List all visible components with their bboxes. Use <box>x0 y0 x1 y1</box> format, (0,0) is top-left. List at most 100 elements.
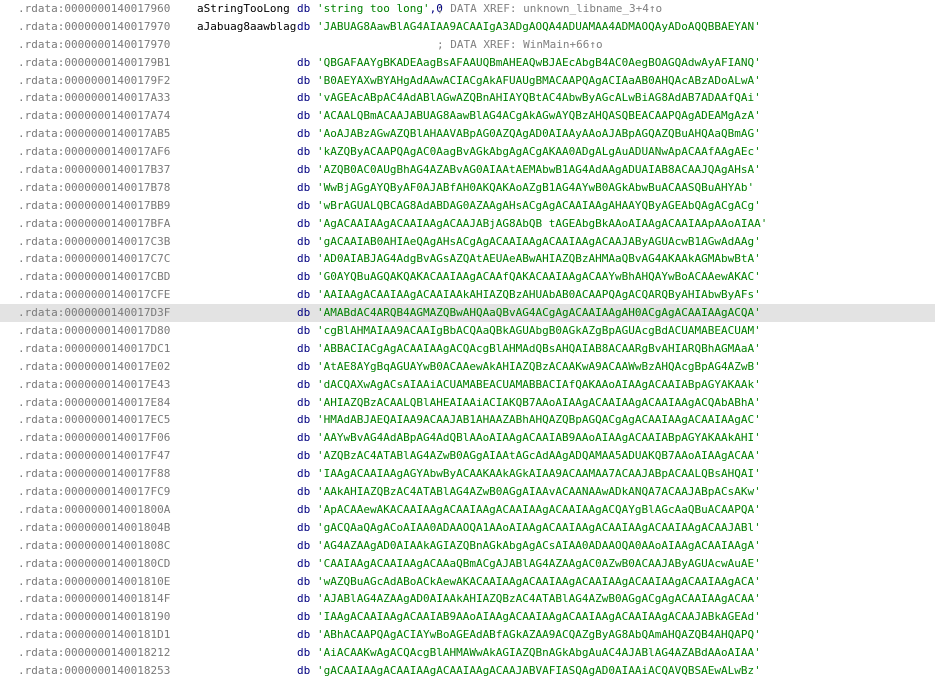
listing-line[interactable]: .rdata:0000000140017CBD db 'G0AYQBuAGQAKQA… <box>0 268 935 286</box>
string-operand: 'kAZQByACAAPQAgAC0AagBvAGkAbgAgACgAKAA0A… <box>317 145 761 159</box>
string-operand: 'CAAIAAgACAAIAAgACAAaQBmACgAJABlAG4AZAAg… <box>317 556 761 570</box>
listing-line[interactable]: .rdata:0000000140017BFA db 'AgACAAIAAgACAA… <box>0 215 935 233</box>
data-directive: db <box>297 91 311 105</box>
listing-line[interactable]: .rdata:000000014001810E db 'wAZQBuAGcAdABo… <box>0 573 935 591</box>
string-operand: 'AAkAHIAZQBzAC4ATABlAG4AZwB0AGgAIAAvACAA… <box>317 485 761 499</box>
line-address: .rdata:0000000140017E43 <box>18 377 171 391</box>
line-address: .rdata:000000014001808C <box>18 538 171 552</box>
data-directive: db <box>297 502 311 516</box>
string-operand: 'JABUAG8AawBlAG4AIAA9ACAAIgA3ADgAOQA4ADU… <box>317 19 761 33</box>
line-address: .rdata:00000001400180CD <box>18 556 171 570</box>
string-operand: 'WwBjAGgAYQByAF0AJABfAH0AKQAKAoAZgB1AG4A… <box>317 180 755 194</box>
listing-line[interactable]: .rdata:0000000140017F88 db 'IAAgACAAIAAgAG… <box>0 465 935 483</box>
line-address: .rdata:0000000140017F06 <box>18 431 171 445</box>
listing-line[interactable]: .rdata:0000000140017F06 db 'AAYwBvAG4AdABp… <box>0 429 935 447</box>
data-directive: db <box>297 449 311 463</box>
listing-line[interactable]: .rdata:00000001400181D1 db 'ABhACAAPQAgACI… <box>0 626 935 644</box>
listing-line[interactable]: .rdata:0000000140017A74 db 'ACAALQBmACAAJA… <box>0 107 935 125</box>
string-operand: 'QBGAFAAYgBKADEAagBsAFAAUQBmAHEAQwBJAEcA… <box>317 55 761 69</box>
label-name[interactable]: aStringTooLong <box>197 0 290 18</box>
listing-line[interactable]: .rdata:0000000140017E84 db 'AHIAZQBzACAALQ… <box>0 394 935 412</box>
line-address: .rdata:0000000140017CFE <box>18 288 171 302</box>
string-literal: 'string too long' <box>317 2 430 15</box>
data-directive: db <box>297 395 311 409</box>
data-directive: db <box>297 431 311 445</box>
string-operand: 'dACQAXwAgACsAIAAiACUAMABEACUAMABBACIAfQ… <box>317 377 761 391</box>
string-operand: 'AMABdAC4ARQB4AGMAZQBwAHQAaQBvAG4ACgAgAC… <box>317 306 761 320</box>
listing-line[interactable]: .rdata:0000000140018253 db 'gACAAIAAgACAAI… <box>0 662 935 680</box>
listing-line[interactable]: .rdata:0000000140017B37 db 'AZQB0AC0AUgBhA… <box>0 161 935 179</box>
data-directive: db <box>297 180 311 194</box>
listing-line[interactable]: .rdata:0000000140017B78 db 'WwBjAGgAYQByAF… <box>0 179 935 197</box>
data-directive: db <box>297 306 311 320</box>
line-address: .rdata:0000000140017970 <box>18 37 171 51</box>
string-operand: 'ABBACIACgAgACAAIAAgACQAcgBlAHMAdQBsAHQA… <box>317 341 761 355</box>
listing-line[interactable]: .rdata:0000000140017E43 db 'dACQAXwAgACsAI… <box>0 376 935 394</box>
line-address: .rdata:0000000140017B37 <box>18 163 171 177</box>
line-address: .rdata:0000000140017B78 <box>18 180 171 194</box>
line-address: .rdata:000000014001814F <box>18 592 171 606</box>
string-operand: 'gACQAaQAgACoAIAA0ADAAOQA1AAoAIAAgACAAIA… <box>317 520 761 534</box>
string-operand: 'wAZQBuAGcAdABoACkAewAKACAAIAAgACAAIAAgA… <box>317 574 761 588</box>
listing-line[interactable]: .rdata:0000000140017FC9 db 'AAkAHIAZQBzAC4… <box>0 483 935 501</box>
listing-line[interactable]: .rdata:00000001400180CD db 'CAAIAAgACAAIAA… <box>0 555 935 573</box>
string-operand: 'AAIAAgACAAIAAgACAAIAAkAHIAZQBzAHUAbAB0A… <box>317 288 761 302</box>
listing-line[interactable]: .rdata:0000000140018190 db 'IAAgACAAIAAgAC… <box>0 608 935 626</box>
listing-line[interactable]: .rdata:0000000140017E02 db 'AtAE8AYgBqAGUA… <box>0 358 935 376</box>
listing-line[interactable]: .rdata:0000000140017A33 db 'vAGEAcABpAC4Ad… <box>0 89 935 107</box>
data-directive: db <box>297 2 311 15</box>
listing-line[interactable]: .rdata:0000000140017BB9 db 'wBrAGUALQBCAG8… <box>0 197 935 215</box>
string-operand: 'gACAAIAAgACAAIAAgACAAIAAgACAAJABVAFIASQ… <box>317 663 761 677</box>
line-address: .rdata:0000000140017D80 <box>18 324 171 338</box>
string-operand: 'AtAE8AYgBqAGUAYwB0ACAAewAkAHIAZQBzACAAK… <box>317 359 761 373</box>
listing-line[interactable]: .rdata:0000000140017D80 db 'cgBlAHMAIAA9AC… <box>0 322 935 340</box>
listing-line[interactable]: .rdata:0000000140017C7C db 'AD0AIABJAG4Adg… <box>0 250 935 268</box>
data-directive: db <box>297 592 311 606</box>
listing-line[interactable]: .rdata:0000000140017AB5 db 'AoAJABzAGwAZQB… <box>0 125 935 143</box>
line-address: .rdata:00000001400179F2 <box>18 73 171 87</box>
line-address: .rdata:000000014001804B <box>18 520 171 534</box>
listing-line[interactable]: .rdata:000000014001800A db 'ApACAAewAKACAA… <box>0 501 935 519</box>
listing-line[interactable]: .rdata:0000000140017C3B db 'gACAAIAB0AHIAe… <box>0 233 935 251</box>
listing-line[interactable]: .rdata:000000014001808C db 'AG4AZAAgAD0AIA… <box>0 537 935 555</box>
listing-line[interactable]: .rdata:0000000140017D3F db 'AMABdAC4ARQB4A… <box>0 304 935 323</box>
listing-line[interactable]: .rdata:000000014001814F db 'AJABlAG4AZAAgA… <box>0 590 935 608</box>
listing-line[interactable]: .rdata:0000000140017AF6 db 'kAZQByACAAPQAg… <box>0 143 935 161</box>
line-address: .rdata:000000014001800A <box>18 502 171 516</box>
string-operand: 'AZQB0AC0AUgBhAG4AZABvAG0AIAAtAEMAbwB1AG… <box>317 163 761 177</box>
line-address: .rdata:0000000140017C3B <box>18 234 171 248</box>
listing-line[interactable]: .rdata:00000001400179F2 db 'B0AEYAXwBYAHgA… <box>0 72 935 90</box>
data-directive: db <box>297 520 311 534</box>
listing-line[interactable]: .rdata:0000000140017DC1 db 'ABBACIACgAgACA… <box>0 340 935 358</box>
listing-line[interactable]: .rdata:0000000140017970 ; DATA XREF: WinM… <box>0 36 935 54</box>
listing-line[interactable]: .rdata:000000014001804B db 'gACQAaQAgACoAI… <box>0 519 935 537</box>
line-address: .rdata:0000000140017F47 <box>18 449 171 463</box>
string-operand: 'AoAJABzAGwAZQBlAHAAVABpAG0AZQAgAD0AIAAy… <box>317 127 761 141</box>
listing-line[interactable]: .rdata:0000000140017EC5 db 'HMAdABJAEQAIAA… <box>0 411 935 429</box>
listing-line[interactable]: .rdata:0000000140017F47 db 'AZQBzAC4ATABlA… <box>0 447 935 465</box>
listing-line[interactable]: .rdata:0000000140017970 aJabuag8aawblag db… <box>0 18 935 36</box>
listing-line[interactable]: .rdata:0000000140017CFE db 'AAIAAgACAAIAAg… <box>0 286 935 304</box>
string-operand: 'AZQBzAC4ATABlAG4AZwB0AGgAIAAtAGcAdAAgAD… <box>317 449 761 463</box>
string-operand: 'B0AEYAXwBYAHgAdAAwACIACgAkAFUAUgBMACAAP… <box>317 73 761 87</box>
line-address: .rdata:0000000140017DC1 <box>18 341 171 355</box>
line-address: .rdata:0000000140017D3F <box>18 306 171 320</box>
label-name[interactable]: aJabuag8aawblag <box>197 18 296 36</box>
data-directive: db <box>297 556 311 570</box>
listing-line[interactable]: .rdata:0000000140017960 aStringTooLong db '… <box>0 0 935 18</box>
listing-line[interactable]: .rdata:00000001400179B1 db 'QBGAFAAYgBKADE… <box>0 54 935 72</box>
data-directive: db <box>297 359 311 373</box>
disassembly-listing[interactable]: .rdata:0000000140017960 aStringTooLong db '… <box>0 0 935 677</box>
data-directive: db <box>297 73 311 87</box>
string-operand: 'AAYwBvAG4AdABpAG4AdQBlAAoAIAAgACAAIAB9A… <box>317 431 761 445</box>
data-directive: db <box>297 216 311 230</box>
string-operand: 'G0AYQBuAGQAKQAKACAAIAAgACAAfQAKACAAIAAg… <box>317 270 761 284</box>
string-operand: 'gACAAIAB0AHIAeQAgAHsACgAgACAAIAAgACAAIA… <box>317 234 761 248</box>
line-address: .rdata:0000000140017BFA <box>18 216 171 230</box>
string-operand: 'wBrAGUALQBCAG8AdABDAG0AZAAgAHsACgAgACAA… <box>317 198 761 212</box>
listing-line[interactable]: .rdata:0000000140018212 db 'AiACAAKwAgACQA… <box>0 644 935 662</box>
data-directive: db <box>297 270 311 284</box>
line-address: .rdata:0000000140017A74 <box>18 109 171 123</box>
data-directive: db <box>297 109 311 123</box>
data-directive: db <box>297 341 311 355</box>
